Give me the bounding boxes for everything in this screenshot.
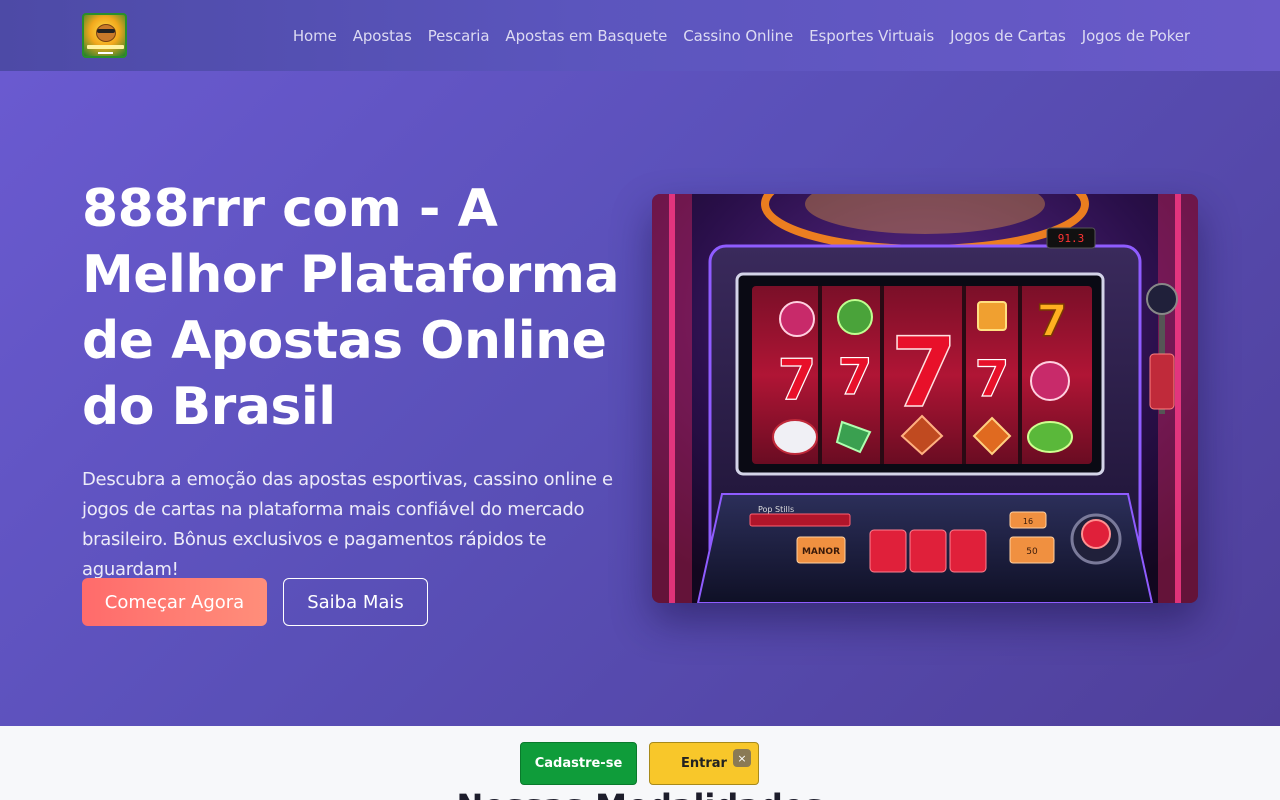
nav-link-jogos-cartas[interactable]: Jogos de Cartas (942, 27, 1074, 45)
nav-link-jogos-poker[interactable]: Jogos de Poker (1074, 27, 1198, 45)
slot-panel-label: Pop Stills (758, 505, 794, 514)
svg-text:7: 7 (1037, 296, 1068, 347)
close-icon[interactable]: × (733, 749, 751, 767)
hero-title: 888rrr com - A Melhor Plataforma de Apos… (82, 179, 620, 437)
main-nav: Home Apostas Pescaria Apostas em Basquet… (285, 27, 1198, 45)
hero-section: 888rrr com - A Melhor Plataforma de Apos… (0, 71, 1280, 726)
svg-text:7: 7 (891, 317, 958, 429)
slot-button-small-top: 16 (1023, 517, 1033, 526)
svg-text:7: 7 (778, 348, 817, 413)
slot-button-small-bottom: 50 (1026, 547, 1038, 557)
hero-description: Descubra a emoção das apostas esportivas… (82, 469, 613, 580)
svg-text:7: 7 (975, 350, 1010, 408)
nav-link-esportes-virtuais[interactable]: Esportes Virtuais (801, 27, 942, 45)
section-heading: Nossas Modalidades (0, 786, 1280, 800)
nav-link-home[interactable]: Home (285, 27, 345, 45)
top-navbar: Home Apostas Pescaria Apostas em Basquet… (0, 0, 1280, 71)
start-now-button[interactable]: Começar Agora (82, 578, 267, 626)
slot-display-value: 91.3 (1058, 232, 1085, 245)
slot-machine-image: 91.3 7 7 7 7 7 Pop Stills MANOR 16 50 (652, 194, 1198, 603)
nav-link-pescaria[interactable]: Pescaria (420, 27, 498, 45)
site-logo[interactable] (82, 13, 127, 58)
register-button[interactable]: Cadastre-se (520, 742, 637, 785)
svg-text:7: 7 (838, 348, 873, 406)
slot-button-left: MANOR (802, 547, 840, 557)
nav-link-cassino[interactable]: Cassino Online (675, 27, 801, 45)
nav-link-apostas[interactable]: Apostas (345, 27, 420, 45)
nav-link-basquete[interactable]: Apostas em Basquete (497, 27, 675, 45)
learn-more-button[interactable]: Saiba Mais (283, 578, 428, 626)
